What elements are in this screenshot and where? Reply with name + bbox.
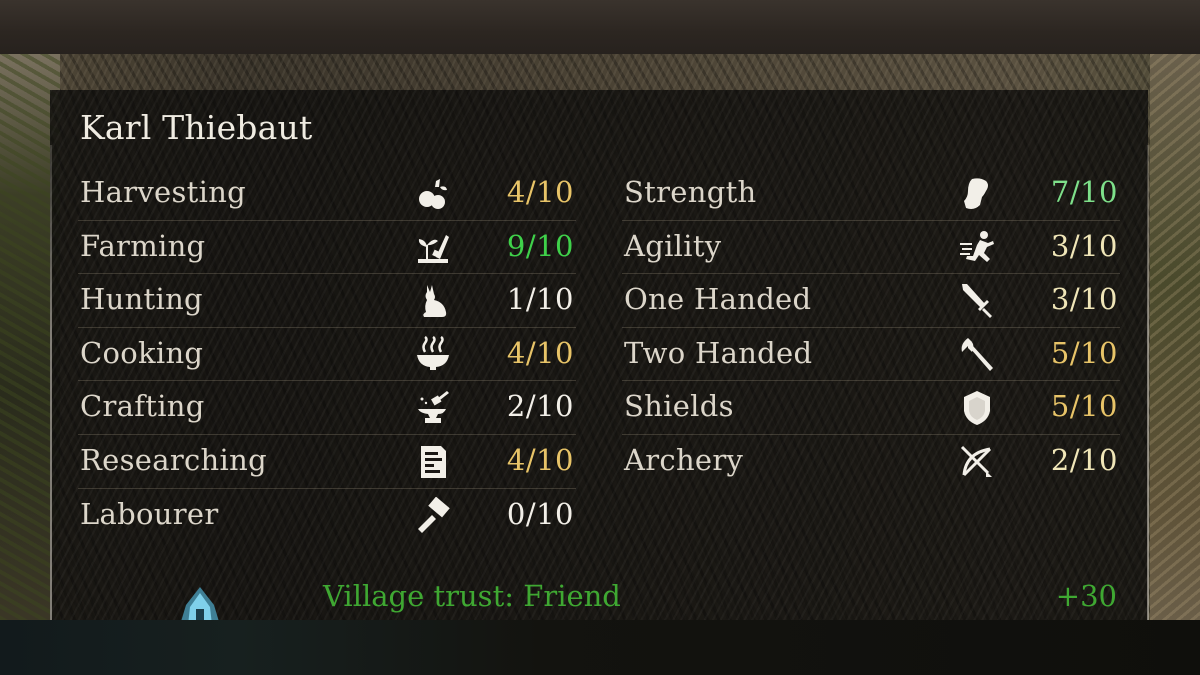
top-bar	[0, 0, 1200, 54]
skill-label: Harvesting	[80, 175, 247, 209]
cooking-icon	[414, 335, 452, 374]
skill-value: 7/10	[1050, 175, 1118, 209]
skill-value: 5/10	[1050, 335, 1118, 370]
skill-value: 3/10	[1050, 228, 1118, 263]
skill-row-harvesting: Harvesting 4/10	[78, 167, 576, 221]
skill-row-archery: Archery 2/10	[622, 435, 1120, 489]
skill-label: Labourer	[80, 496, 219, 531]
background-foliage-right	[1150, 54, 1200, 620]
skill-row-one-handed: One Handed 3/10	[622, 274, 1120, 328]
archery-icon	[958, 443, 996, 481]
skill-label: Cooking	[80, 335, 204, 370]
skill-row-cooking: Cooking 4/10	[78, 328, 576, 382]
skill-label: Archery	[624, 442, 744, 477]
bottom-bar	[0, 620, 1200, 675]
skill-value: 4/10	[506, 442, 574, 477]
skill-label: Crafting	[80, 389, 205, 424]
skill-label: Researching	[80, 442, 267, 477]
shields-icon	[958, 389, 996, 427]
skill-value: 2/10	[506, 389, 574, 424]
skill-value: 1/10	[506, 282, 574, 317]
agility-icon	[958, 229, 996, 267]
village-trust-icon	[170, 585, 230, 625]
village-trust-label: Village trust: Friend	[323, 579, 621, 613]
one-handed-icon	[958, 282, 996, 320]
skill-row-researching: Researching 4/10	[78, 435, 576, 489]
farming-icon	[414, 229, 452, 267]
labourer-icon	[414, 496, 452, 535]
skill-row-crafting: Crafting 2/10	[78, 381, 576, 435]
strength-icon	[958, 175, 996, 213]
researching-icon	[414, 443, 452, 481]
skill-row-labourer: Labourer 0/10	[78, 489, 576, 543]
skill-label: Strength	[624, 175, 757, 209]
harvesting-icon	[414, 175, 452, 213]
village-trust-value: +30	[1055, 579, 1117, 613]
skill-row-two-handed: Two Handed 5/10	[622, 328, 1120, 382]
skill-value: 3/10	[1050, 282, 1118, 317]
skill-row-strength: Strength 7/10	[622, 167, 1120, 221]
skill-label: Agility	[624, 228, 722, 263]
skill-row-agility: Agility 3/10	[622, 221, 1120, 275]
skill-value: 4/10	[506, 175, 574, 209]
skill-value: 9/10	[506, 228, 574, 263]
skill-row-shields: Shields 5/10	[622, 381, 1120, 435]
panel-border-left	[50, 145, 52, 620]
skill-label: Two Handed	[624, 335, 813, 370]
skill-label: Shields	[624, 389, 734, 424]
skill-label: Hunting	[80, 282, 203, 317]
two-handed-icon	[958, 336, 996, 374]
skill-label: One Handed	[624, 282, 812, 317]
skill-row-farming: Farming 9/10	[78, 221, 576, 275]
crafting-icon	[414, 389, 452, 427]
combat-skills-list: Strength 7/10 Agility 3/10 One Handed 3/…	[622, 167, 1120, 489]
skill-label: Farming	[80, 228, 206, 263]
work-skills-list: Harvesting 4/10 Farming 9/10 Hunting 1/1…	[78, 167, 576, 542]
hunting-icon	[414, 282, 452, 320]
skill-value: 5/10	[1050, 389, 1118, 424]
skill-row-hunting: Hunting 1/10	[78, 274, 576, 328]
character-name: Karl Thiebaut	[80, 108, 313, 147]
panel-border-right	[1147, 145, 1149, 620]
skill-value: 2/10	[1050, 442, 1118, 477]
skill-value: 4/10	[506, 335, 574, 370]
skill-value: 0/10	[506, 496, 574, 531]
